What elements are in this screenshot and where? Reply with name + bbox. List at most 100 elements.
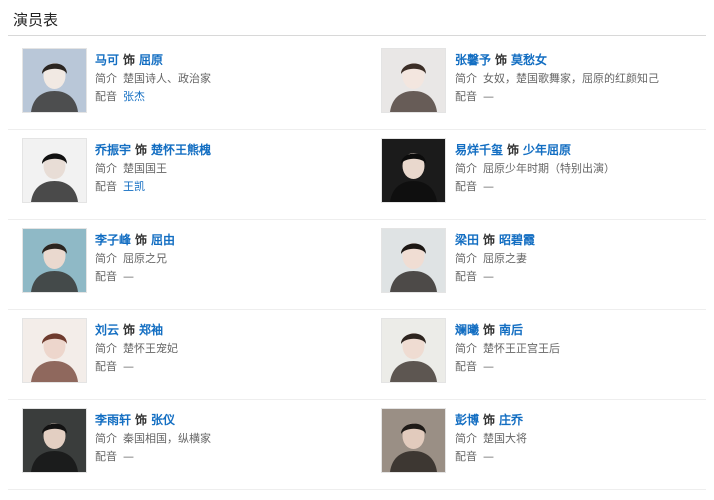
cast-list-page: 演员表 马可饰屈原 简介 楚国诗人、政治家 配音 张杰 张馨予饰莫愁女 简介 女奴，楚国歌舞家… (0, 0, 714, 500)
role-name-link[interactable]: 屈由 (151, 233, 175, 247)
actor-photo[interactable] (381, 318, 446, 383)
dub-line: 配音 张杰 (95, 88, 211, 106)
as-label: 饰 (483, 233, 496, 247)
cast-card: 乔振宇饰楚怀王熊槐 简介 楚国国王 配音 王凯 (8, 130, 357, 220)
as-label: 饰 (123, 53, 136, 67)
dub-line: 配音 — (455, 448, 527, 466)
dub-label: 配音 (95, 180, 117, 193)
dub-label: 配音 (455, 90, 477, 103)
as-label: 饰 (135, 233, 148, 247)
actor-name-link[interactable]: 彭博 (455, 413, 479, 427)
dub-actor-link[interactable]: 张杰 (123, 90, 145, 103)
role-name-link[interactable]: 张仪 (151, 413, 175, 427)
actor-photo[interactable] (381, 228, 446, 293)
actor-name-link[interactable]: 马可 (95, 53, 119, 67)
cast-card: 李子峰饰屈由 简介 屈原之兄 配音 — (8, 220, 357, 310)
role-name-link[interactable]: 少年屈原 (523, 143, 571, 157)
name-line: 李子峰饰屈由 (95, 230, 175, 250)
role-name-link[interactable]: 庄乔 (499, 413, 523, 427)
actor-name-link[interactable]: 梁田 (455, 233, 479, 247)
dub-value: — (123, 360, 134, 373)
dub-line: 配音 — (455, 358, 560, 376)
dub-label: 配音 (95, 90, 117, 103)
intro-line: 简介 屈原少年时期（特别出演） (455, 160, 615, 178)
actor-name-link[interactable]: 乔振宇 (95, 143, 131, 157)
role-name-link[interactable]: 楚怀王熊槐 (151, 143, 211, 157)
intro-text: 楚怀王宠妃 (123, 342, 178, 355)
actor-photo[interactable] (381, 408, 446, 473)
name-line: 张馨予饰莫愁女 (455, 50, 659, 70)
dub-value: — (483, 180, 494, 193)
name-line: 刘云饰郑袖 (95, 320, 178, 340)
dub-label: 配音 (455, 270, 477, 283)
intro-line: 简介 屈原之妻 (455, 250, 535, 268)
dub-value: — (123, 450, 134, 463)
actor-name-link[interactable]: 易烊千玺 (455, 143, 503, 157)
dub-actor-link[interactable]: 王凯 (123, 180, 145, 193)
as-label: 饰 (135, 413, 148, 427)
dub-line: 配音 — (95, 268, 175, 286)
cast-card: 张馨予饰莫愁女 简介 女奴，楚国歌舞家，屈原的红颜知己 配音 — (357, 40, 706, 130)
title-divider (8, 35, 706, 36)
dub-label: 配音 (95, 450, 117, 463)
actor-name-link[interactable]: 李雨轩 (95, 413, 131, 427)
actor-photo[interactable] (22, 318, 87, 383)
intro-line: 简介 女奴，楚国歌舞家，屈原的红颜知己 (455, 70, 659, 88)
role-name-link[interactable]: 莫愁女 (511, 53, 547, 67)
dub-value: — (123, 270, 134, 283)
intro-line: 简介 楚怀王正宫王后 (455, 340, 560, 358)
actor-photo[interactable] (22, 228, 87, 293)
dub-line: 配音 — (95, 358, 178, 376)
intro-label: 简介 (95, 252, 117, 265)
actor-name-link[interactable]: 李子峰 (95, 233, 131, 247)
intro-label: 简介 (455, 162, 477, 175)
dub-value: — (483, 270, 494, 283)
dub-line: 配音 — (455, 88, 659, 106)
as-label: 饰 (483, 413, 496, 427)
intro-line: 简介 楚怀王宠妃 (95, 340, 178, 358)
role-name-link[interactable]: 郑袖 (139, 323, 163, 337)
dub-line: 配音 王凯 (95, 178, 211, 196)
as-label: 饰 (123, 323, 136, 337)
actor-photo[interactable] (381, 138, 446, 203)
intro-line: 简介 秦国相国，纵横家 (95, 430, 211, 448)
actor-name-link[interactable]: 张馨予 (455, 53, 491, 67)
role-name-link[interactable]: 屈原 (139, 53, 163, 67)
intro-text: 楚国大将 (483, 432, 527, 445)
page-title: 演员表 (13, 11, 59, 29)
cast-info: 刘云饰郑袖 简介 楚怀王宠妃 配音 — (95, 320, 178, 376)
name-line: 李雨轩饰张仪 (95, 410, 211, 430)
cast-card: 刘云饰郑袖 简介 楚怀王宠妃 配音 — (8, 310, 357, 400)
dub-label: 配音 (455, 450, 477, 463)
actor-photo[interactable] (22, 408, 87, 473)
as-label: 饰 (495, 53, 508, 67)
actor-photo[interactable] (381, 48, 446, 113)
dub-line: 配音 — (95, 448, 211, 466)
dub-value: — (483, 360, 494, 373)
intro-text: 楚怀王正宫王后 (483, 342, 560, 355)
role-name-link[interactable]: 昭碧霞 (499, 233, 535, 247)
name-line: 彭博饰庄乔 (455, 410, 527, 430)
name-line: 梁田饰昭碧霞 (455, 230, 535, 250)
cast-grid: 马可饰屈原 简介 楚国诗人、政治家 配音 张杰 张馨予饰莫愁女 简介 女奴，楚国歌舞家，屈原的… (8, 40, 706, 500)
cast-card: 马可饰屈原 简介 楚国诗人、政治家 配音 张杰 (8, 40, 357, 130)
actor-photo[interactable] (22, 48, 87, 113)
role-name-link[interactable]: 南后 (499, 323, 523, 337)
intro-label: 简介 (95, 432, 117, 445)
cast-info: 斓曦饰南后简介 楚怀王正宫王后 配音 — (455, 320, 560, 376)
intro-text: 秦国相国，纵横家 (123, 432, 211, 445)
intro-text: 楚国诗人、政治家 (123, 72, 211, 85)
intro-label: 简介 (455, 432, 477, 445)
cast-info: 易烊千玺饰少年屈原 简介 屈原少年时期（特别出演） 配音 — (455, 140, 615, 196)
actor-photo[interactable] (22, 138, 87, 203)
cast-card: 斓曦饰南后简介 楚怀王正宫王后 配音 — (357, 310, 706, 400)
name-line: 马可饰屈原 (95, 50, 211, 70)
as-label: 饰 (135, 143, 148, 157)
cast-info: 梁田饰昭碧霞 简介 屈原之妻 配音 — (455, 230, 535, 286)
dub-label: 配音 (95, 360, 117, 373)
cast-card: 梁田饰昭碧霞 简介 屈原之妻 配音 — (357, 220, 706, 310)
as-label: 饰 (483, 323, 496, 337)
actor-name-link[interactable]: 斓曦 (455, 323, 479, 337)
cast-card: 李雨轩饰张仪 简介 秦国相国，纵横家 配音 — (8, 400, 357, 490)
actor-name-link[interactable]: 刘云 (95, 323, 119, 337)
